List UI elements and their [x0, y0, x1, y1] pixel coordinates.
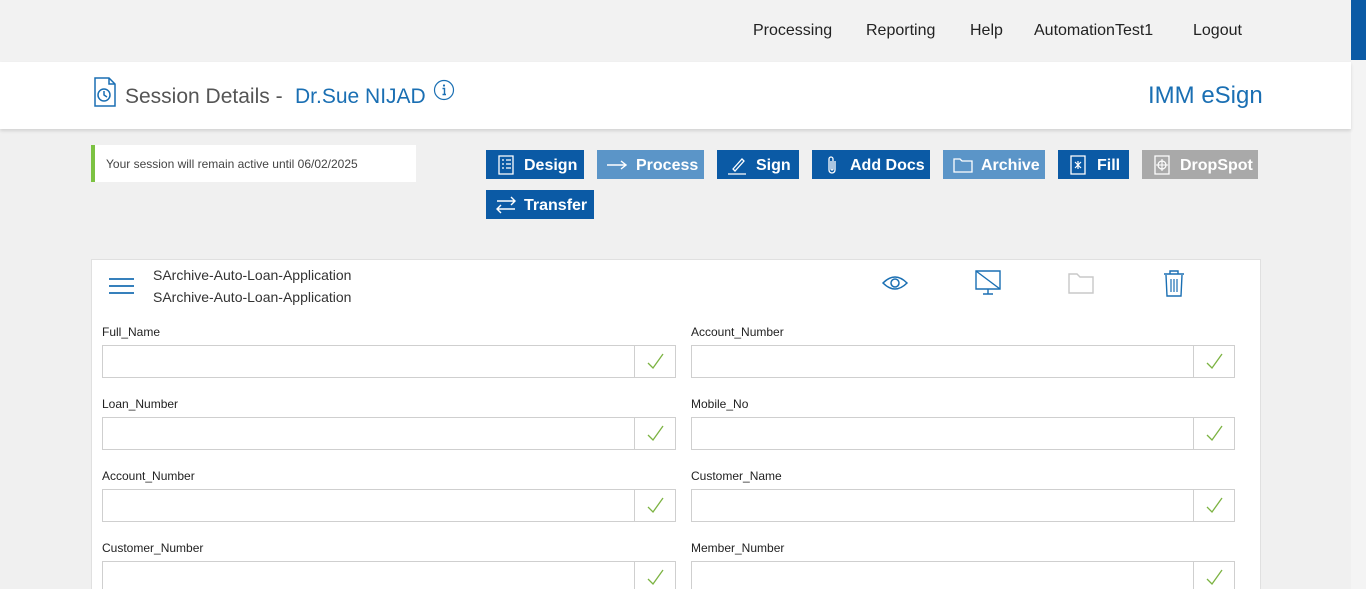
top-navigation: Processing Reporting Help AutomationTest… [0, 0, 1351, 62]
account-number-2-label: Account_Number [102, 469, 195, 483]
right-accent-bar [1351, 0, 1366, 60]
pen-icon [728, 158, 746, 175]
loan-number-input[interactable] [103, 418, 635, 449]
loan-number-confirm[interactable] [634, 418, 675, 449]
session-notice: Your session will remain active until 06… [91, 145, 416, 182]
process-button[interactable]: Process [597, 150, 704, 179]
eye-icon[interactable] [881, 269, 909, 297]
member-number-input[interactable] [692, 562, 1194, 589]
account-number-2-field [102, 489, 676, 522]
session-notice-text: Your session will remain active until 06… [106, 157, 358, 171]
check-icon [647, 569, 664, 586]
right-scroll-strip [1351, 0, 1366, 589]
fill-button[interactable]: Fill [1058, 150, 1129, 179]
account-number-2-confirm[interactable] [634, 490, 675, 521]
account-number-label: Account_Number [691, 325, 784, 339]
member-number-label: Member_Number [691, 541, 785, 555]
archive-button[interactable]: Archive [943, 150, 1045, 179]
account-number-2-input[interactable] [103, 490, 635, 521]
process-button-label: Process [636, 157, 699, 174]
session-history-icon [94, 77, 116, 107]
design-button[interactable]: Design [486, 150, 584, 179]
dropspot-button-label: DropSpot [1180, 157, 1253, 174]
sign-button-label: Sign [756, 157, 791, 174]
folder-icon [953, 158, 973, 173]
monitor-off-icon[interactable] [974, 269, 1002, 297]
target-icon [1154, 155, 1170, 175]
list-icon [498, 155, 514, 175]
full-name-field [102, 345, 676, 378]
loan-number-label: Loan_Number [102, 397, 179, 411]
nav-logout[interactable]: Logout [1193, 22, 1242, 40]
customer-number-field [102, 561, 676, 589]
check-icon [647, 497, 664, 514]
member-number-confirm[interactable] [1193, 562, 1234, 589]
design-button-label: Design [524, 157, 578, 174]
customer-number-label: Customer_Number [102, 541, 204, 555]
archive-button-label: Archive [981, 157, 1040, 174]
account-number-confirm[interactable] [1193, 346, 1234, 377]
member-number-field [691, 561, 1235, 589]
full-name-label: Full_Name [102, 325, 161, 339]
mobile-no-confirm[interactable] [1193, 418, 1234, 449]
document-asterisk-icon [1070, 155, 1086, 175]
account-number-input[interactable] [692, 346, 1194, 377]
folder-icon[interactable] [1067, 269, 1095, 297]
paperclip-icon [828, 156, 836, 174]
transfer-button-label: Transfer [524, 197, 588, 214]
check-icon [1206, 425, 1223, 442]
session-person-name: Dr.Sue NIJAD [295, 85, 426, 108]
customer-number-confirm[interactable] [634, 562, 675, 589]
document-name: SArchive-Auto-Loan-Application [153, 267, 352, 283]
customer-name-input[interactable] [692, 490, 1194, 521]
check-icon [1206, 497, 1223, 514]
full-name-input[interactable] [103, 346, 635, 377]
loan-number-field [102, 417, 676, 450]
full-name-confirm[interactable] [634, 346, 675, 377]
nav-user-account[interactable]: AutomationTest1 [1034, 22, 1153, 40]
customer-name-confirm[interactable] [1193, 490, 1234, 521]
customer-name-field [691, 489, 1235, 522]
mobile-no-label: Mobile_No [691, 397, 749, 411]
page-title: Session Details - [125, 85, 283, 108]
customer-number-input[interactable] [103, 562, 635, 589]
arrow-right-icon [607, 160, 627, 170]
nav-help[interactable]: Help [970, 22, 1003, 40]
check-icon [647, 353, 664, 370]
add-docs-button-label: Add Docs [850, 157, 925, 174]
nav-processing[interactable]: Processing [753, 22, 832, 40]
dropspot-button[interactable]: DropSpot [1142, 150, 1258, 179]
sign-button[interactable]: Sign [717, 150, 799, 179]
account-number-field [691, 345, 1235, 378]
check-icon [1206, 569, 1223, 586]
page-header: Session Details - Dr.Sue NIJAD IMM eSign [0, 62, 1351, 129]
check-icon [647, 425, 664, 442]
info-icon[interactable] [433, 79, 455, 101]
check-icon [1206, 353, 1223, 370]
customer-name-label: Customer_Name [691, 469, 782, 483]
add-docs-button[interactable]: Add Docs [812, 150, 930, 179]
swap-arrows-icon [496, 196, 516, 214]
document-template-name: SArchive-Auto-Loan-Application [153, 289, 352, 305]
transfer-button[interactable]: Transfer [486, 190, 594, 219]
nav-reporting[interactable]: Reporting [866, 22, 935, 40]
hamburger-menu-icon[interactable] [108, 277, 135, 295]
trash-icon[interactable] [1160, 269, 1188, 297]
brand-logo-text: IMM eSign [1148, 82, 1263, 109]
fill-button-label: Fill [1097, 157, 1121, 174]
mobile-no-input[interactable] [692, 418, 1194, 449]
mobile-no-field [691, 417, 1235, 450]
